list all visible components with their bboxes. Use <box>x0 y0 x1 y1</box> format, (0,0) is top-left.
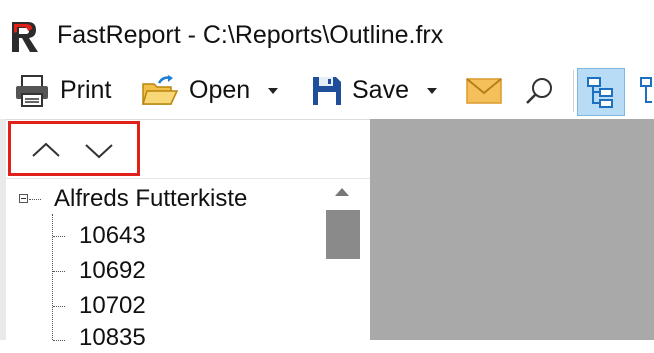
tree-root-item[interactable]: Alfreds Futterkiste <box>54 184 247 214</box>
print-button[interactable]: Print <box>14 62 111 119</box>
fastreport-logo-icon <box>12 22 38 52</box>
search-icon <box>526 77 552 104</box>
email-button[interactable] <box>466 62 502 119</box>
tree-connector <box>29 199 41 200</box>
chevron-up-icon <box>32 142 60 157</box>
tree-item[interactable]: 10702 <box>79 291 146 321</box>
open-folder-icon <box>141 74 179 105</box>
tree-item[interactable]: 10692 <box>79 256 146 286</box>
printer-icon <box>16 74 48 107</box>
window-title: FastReport - C:\Reports\Outline.frx <box>57 21 444 49</box>
floppy-disk-icon <box>313 76 341 105</box>
navigate-up-button[interactable] <box>31 136 61 166</box>
envelope-icon <box>466 77 502 104</box>
scroll-up-arrow-icon[interactable] <box>335 188 349 196</box>
save-button[interactable]: Save <box>312 62 437 119</box>
toolbar-separator <box>573 70 574 112</box>
tree-connector <box>53 340 65 341</box>
navigation-highlight <box>8 121 140 176</box>
tree-connector <box>53 306 65 307</box>
toolbar: Print Open Save <box>0 62 654 119</box>
find-button[interactable] <box>525 62 555 119</box>
open-label: Open <box>189 76 251 104</box>
open-button[interactable]: Open <box>141 62 279 119</box>
tree-item[interactable]: 10835 <box>79 323 146 353</box>
tree-item[interactable]: 10643 <box>79 221 146 251</box>
save-label: Save <box>352 76 409 104</box>
chevron-down-icon <box>85 144 113 159</box>
collapse-toggle-icon[interactable] <box>19 194 28 203</box>
report-preview-area[interactable] <box>370 119 654 340</box>
open-dropdown-arrow-icon[interactable] <box>268 87 279 94</box>
tree-branch-line <box>52 214 53 340</box>
save-dropdown-arrow-icon[interactable] <box>426 87 437 94</box>
title-bar: FastReport - C:\Reports\Outline.frx <box>0 0 654 62</box>
print-label: Print <box>60 76 112 104</box>
extra-toolbar-icon[interactable] <box>638 76 654 108</box>
outline-tree-icon <box>587 77 613 108</box>
tree-connector <box>53 236 65 237</box>
outline-toggle-button[interactable] <box>577 68 625 116</box>
navigate-down-button[interactable] <box>84 136 114 166</box>
tree-scrollbar[interactable] <box>323 180 361 340</box>
tree-divider <box>6 178 370 179</box>
tree-connector <box>53 271 65 272</box>
panel-edge <box>0 119 6 340</box>
scroll-thumb[interactable] <box>326 210 360 259</box>
